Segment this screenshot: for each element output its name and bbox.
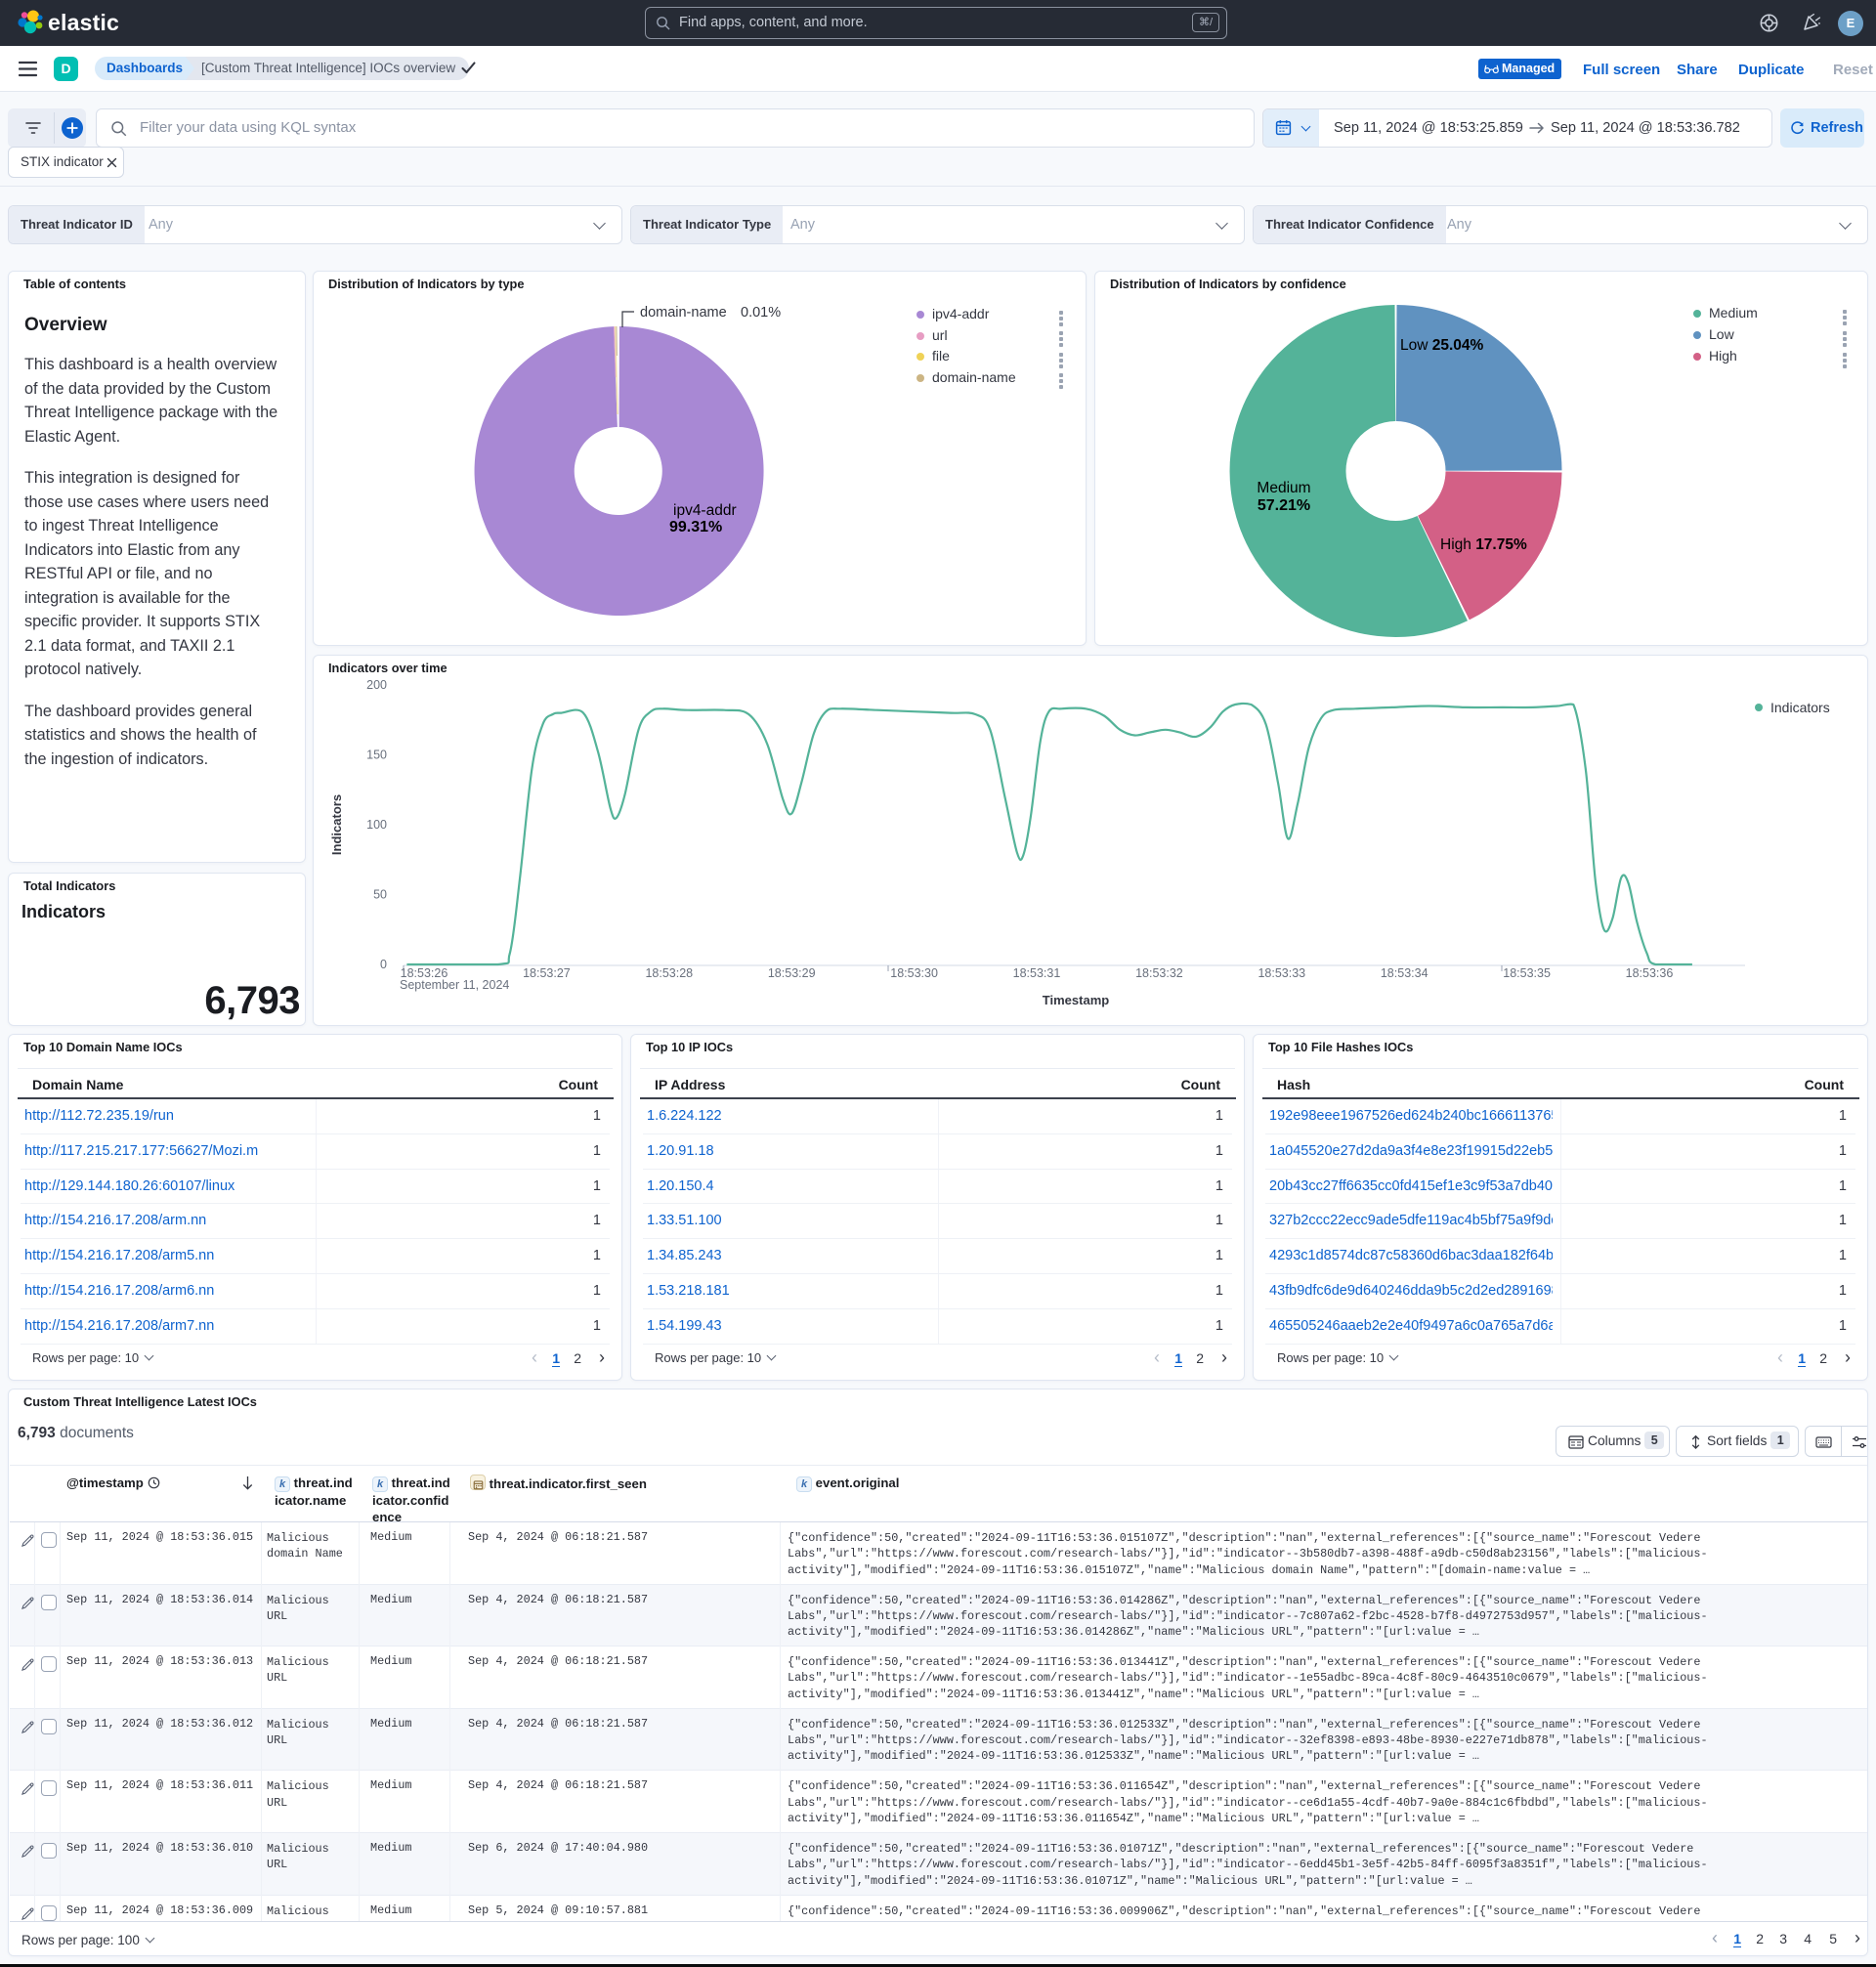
svg-text:Timestamp: Timestamp <box>1043 993 1109 1007</box>
svg-text:18:53:30: 18:53:30 <box>890 966 938 980</box>
svg-text:September 11, 2024: September 11, 2024 <box>400 978 509 992</box>
svg-text:18:53:32: 18:53:32 <box>1135 966 1183 980</box>
svg-text:Low 25.04%: Low 25.04% <box>1400 337 1484 354</box>
svg-text:High 17.75%: High 17.75% <box>1440 536 1527 553</box>
svg-text:18:53:28: 18:53:28 <box>645 966 693 980</box>
svg-text:100: 100 <box>366 818 387 832</box>
svg-text:150: 150 <box>366 748 387 762</box>
svg-text:99.31%: 99.31% <box>669 519 722 535</box>
svg-text:0.01%: 0.01% <box>741 305 781 321</box>
svg-text:18:53:31: 18:53:31 <box>1013 966 1061 980</box>
svg-text:Medium: Medium <box>1257 480 1310 496</box>
svg-text:Indicators: Indicators <box>329 794 344 855</box>
svg-text:domain-name: domain-name <box>640 305 727 321</box>
svg-text:57.21%: 57.21% <box>1258 497 1310 514</box>
svg-text:18:53:36: 18:53:36 <box>1626 966 1674 980</box>
svg-text:ipv4-addr: ipv4-addr <box>673 502 737 519</box>
svg-text:0: 0 <box>380 958 387 971</box>
svg-text:50: 50 <box>373 888 387 902</box>
svg-text:18:53:33: 18:53:33 <box>1258 966 1305 980</box>
svg-text:18:53:34: 18:53:34 <box>1381 966 1428 980</box>
svg-text:18:53:27: 18:53:27 <box>523 966 571 980</box>
svg-text:18:53:35: 18:53:35 <box>1503 966 1551 980</box>
svg-text:18:53:29: 18:53:29 <box>768 966 816 980</box>
svg-text:Indicators: Indicators <box>1770 700 1830 715</box>
svg-text:200: 200 <box>366 678 387 692</box>
